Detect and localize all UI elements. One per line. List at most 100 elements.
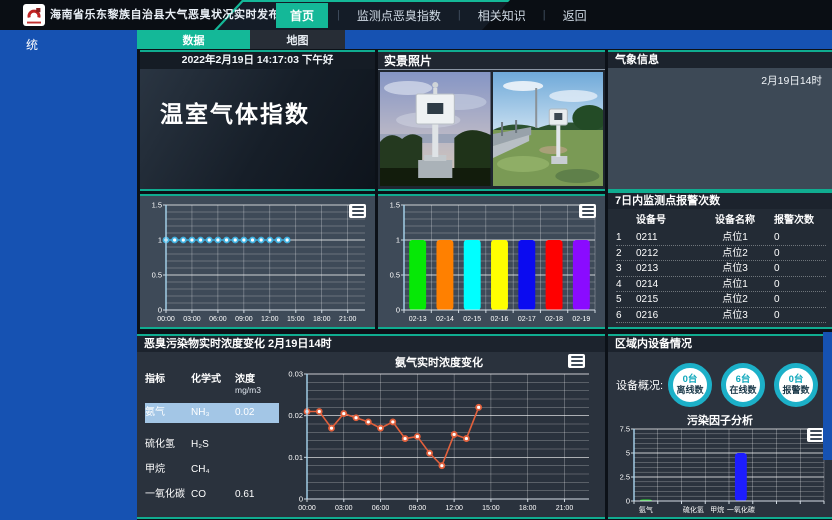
chart-toolbox-icon[interactable] xyxy=(568,354,585,368)
nav-knowledge[interactable]: 相关知识 xyxy=(470,4,534,27)
device-name: 点位1 xyxy=(696,230,774,246)
device-overview-label: 设备概况: xyxy=(616,377,668,393)
daily-odor-bar-chart[interactable]: 00.511.502-1302-1402-1502-1602-1702-1802… xyxy=(380,198,603,325)
alarm-count: 0 xyxy=(774,230,826,246)
app-title: 海南省乐东黎族自治县大气恶臭状况实时发布系 xyxy=(50,0,292,30)
pollutant-value: 0.61 xyxy=(235,485,279,505)
page-title: 温室气体指数 xyxy=(160,95,375,129)
alarms-table-header: 设备号 设备名称 报警次数 xyxy=(616,213,826,230)
device-name: 点位1 xyxy=(696,277,774,293)
logo-glyph xyxy=(23,4,45,26)
svg-text:18:00: 18:00 xyxy=(313,316,331,323)
svg-text:0.5: 0.5 xyxy=(152,271,162,280)
background-strip xyxy=(823,332,832,460)
tab-data[interactable]: 数据 xyxy=(137,30,250,49)
nav-home[interactable]: 首页 xyxy=(276,3,328,28)
svg-text:0.02: 0.02 xyxy=(288,411,303,420)
col-device-name: 设备名称 xyxy=(696,213,774,230)
ammonia-line-chart[interactable]: 00.010.020.0300:0003:0006:0009:0012:0015… xyxy=(279,370,599,515)
datetime-text: 2022年2月19日 14:17:03 下午好 xyxy=(140,52,375,69)
pollutant-name: 氨气 xyxy=(145,403,191,423)
row-index: 6 xyxy=(616,308,636,324)
chart-toolbox-icon[interactable] xyxy=(349,204,366,218)
table-row: 5 0215 点位2 0 xyxy=(616,292,826,308)
svg-text:06:00: 06:00 xyxy=(209,316,227,323)
chart-toolbox-icon[interactable] xyxy=(579,204,596,218)
device-id: 0215 xyxy=(636,292,696,308)
alarm-count: 0 xyxy=(774,246,826,262)
svg-text:18:00: 18:00 xyxy=(519,505,537,512)
col-alarm-count: 报警次数 xyxy=(774,213,826,230)
svg-text:1: 1 xyxy=(158,236,162,245)
tab-map[interactable]: 地图 xyxy=(250,30,345,49)
table-row: 3 0213 点位3 0 xyxy=(616,261,826,277)
pollutant-name: 一氧化碳 xyxy=(145,485,191,505)
pollutant-row-co[interactable]: 一氧化碳 CO 0.61 xyxy=(145,485,279,505)
online-label: 在线数 xyxy=(729,385,756,395)
svg-text:1.5: 1.5 xyxy=(390,201,400,210)
pollutant-name: 硫化氢 xyxy=(145,435,191,455)
nav-back[interactable]: 返回 xyxy=(555,4,595,27)
greeting-panel: 2022年2月19日 14:17:03 下午好 温室气体指数 xyxy=(140,50,375,191)
devices-panel: 区域内设备情况 设备概况: 0台 离线数 6台 在线数 0台 报警数 污染因子分… xyxy=(608,334,832,519)
photo-left-graphic xyxy=(380,72,491,186)
svg-text:21:00: 21:00 xyxy=(556,505,574,512)
photos-panel-title: 实景照片 xyxy=(378,52,605,70)
headline-box: 温室气体指数 xyxy=(140,69,375,189)
pollutant-formula: CO xyxy=(191,485,235,505)
pollutant-value xyxy=(235,435,279,455)
pollutant-value: 0.02 xyxy=(235,403,279,423)
svg-text:0.03: 0.03 xyxy=(288,370,303,379)
device-name: 点位2 xyxy=(696,292,774,308)
weather-panel-title: 气象信息 xyxy=(608,52,832,68)
col-value-label: 浓度 xyxy=(235,374,255,385)
alarm-count: 0 xyxy=(774,261,826,277)
pollutant-row-h2s[interactable]: 硫化氢 H₂S xyxy=(145,435,279,455)
nav-odor-index[interactable]: 监测点恶臭指数 xyxy=(349,4,449,27)
pollution-factor-block: 02.557.5氨气硫化氢甲烷一氧化碳 xyxy=(614,426,828,514)
col-formula: 化学式 xyxy=(191,370,235,395)
col-device-id: 设备号 xyxy=(636,213,696,230)
svg-text:0.01: 0.01 xyxy=(288,453,303,462)
nav-separator: | xyxy=(543,9,546,21)
alarms-table: 设备号 设备名称 报警次数 1 0211 点位1 0 2 0212 点位2 0 … xyxy=(608,209,832,323)
svg-text:09:00: 09:00 xyxy=(235,316,253,323)
ammonia-chart-block: 氨气实时浓度变化 00.010.020.0300:0003:0006:0009:… xyxy=(279,354,599,515)
main-nav: 首页 | 监测点恶臭指数 | 相关知识 | 返回 xyxy=(276,0,595,30)
svg-text:02-13: 02-13 xyxy=(409,316,427,323)
svg-text:00:00: 00:00 xyxy=(157,316,175,323)
pollution-factor-bar-chart[interactable]: 02.557.5氨气硫化氢甲烷一氧化碳 xyxy=(614,426,828,514)
table-row: 4 0214 点位1 0 xyxy=(616,277,826,293)
svg-text:02-16: 02-16 xyxy=(491,316,509,323)
live-photos-panel: 实景照片 xyxy=(378,50,605,191)
svg-text:12:00: 12:00 xyxy=(445,505,463,512)
daily-odor-bar-panel: 00.511.502-1302-1402-1502-1602-1702-1802… xyxy=(378,194,605,329)
alarm-count: 0 xyxy=(774,308,826,324)
svg-text:15:00: 15:00 xyxy=(287,316,305,323)
svg-text:00:00: 00:00 xyxy=(298,505,316,512)
row-index: 1 xyxy=(616,230,636,246)
row-index: 4 xyxy=(616,277,636,293)
device-id: 0211 xyxy=(636,230,696,246)
greenhouse-line-chart[interactable]: 00.511.500:0003:0006:0009:0012:0015:0018… xyxy=(142,198,373,325)
app-window: 海南省乐东黎族自治县大气恶臭状况实时发布系 首页 | 监测点恶臭指数 | 相关知… xyxy=(0,0,832,520)
svg-text:1: 1 xyxy=(396,236,400,245)
app-logo xyxy=(23,4,45,26)
greenhouse-trend-panel: 00.511.500:0003:0006:0009:0012:0015:0018… xyxy=(140,194,375,329)
svg-text:02-14: 02-14 xyxy=(436,316,454,323)
table-row: 2 0212 点位2 0 xyxy=(616,246,826,262)
tab-bar: 数据 地图 xyxy=(137,30,832,49)
station-photo-left xyxy=(380,72,491,186)
alarm-count: 0 xyxy=(774,277,826,293)
svg-text:5: 5 xyxy=(626,449,630,458)
svg-text:21:00: 21:00 xyxy=(339,316,357,323)
online-count-badge: 6台 在线数 xyxy=(721,363,765,407)
svg-text:03:00: 03:00 xyxy=(335,505,353,512)
svg-text:0: 0 xyxy=(158,306,162,315)
pollutants-panel-title: 恶臭污染物实时浓度变化 2月19日14时 xyxy=(137,336,605,352)
chart-toolbox-icon[interactable] xyxy=(807,428,824,442)
pollutant-row-ammonia[interactable]: 氨气 NH₃ 0.02 xyxy=(145,403,279,423)
svg-text:03:00: 03:00 xyxy=(183,316,201,323)
weather-panel: 气象信息 2月19日14时 xyxy=(608,50,832,191)
pollutant-row-ch4[interactable]: 甲烷 CH₄ xyxy=(145,460,279,480)
